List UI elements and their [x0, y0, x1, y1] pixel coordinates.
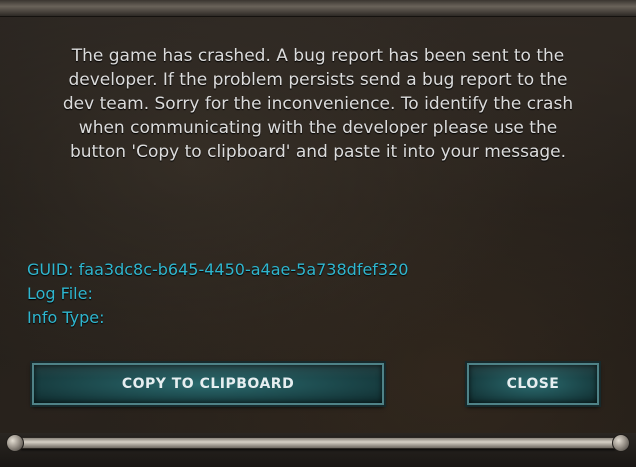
- copy-to-clipboard-label: COPY TO CLIPBOARD: [121, 376, 295, 392]
- copy-to-clipboard-button[interactable]: COPY TO CLIPBOARD: [30, 361, 386, 407]
- guid-value: faa3dc8c-b645-4450-a4ae-5a738dfef320: [78, 260, 409, 279]
- dialog-frame-bottom: [0, 433, 636, 467]
- crash-message: The game has crashed. A bug report has b…: [62, 46, 574, 162]
- frame-rivet-right: [612, 434, 630, 452]
- dialog-frame-top: [0, 0, 636, 17]
- crash-dialog: The game has crashed. A bug report has b…: [0, 0, 636, 467]
- frame-rivet-left: [6, 434, 24, 452]
- guid-label: GUID:: [27, 260, 74, 279]
- log-file-label: Log File:: [27, 284, 93, 303]
- crash-info-block: GUID: faa3dc8c-b645-4450-a4ae-5a738dfef3…: [27, 258, 408, 330]
- info-type-row: Info Type:: [27, 306, 408, 330]
- close-button[interactable]: CLOSE: [465, 361, 601, 407]
- frame-bottom-bar: [20, 437, 616, 449]
- info-type-label: Info Type:: [27, 308, 105, 327]
- guid-row: GUID: faa3dc8c-b645-4450-a4ae-5a738dfef3…: [27, 258, 408, 282]
- close-button-label: CLOSE: [506, 376, 560, 392]
- log-file-row: Log File:: [27, 282, 408, 306]
